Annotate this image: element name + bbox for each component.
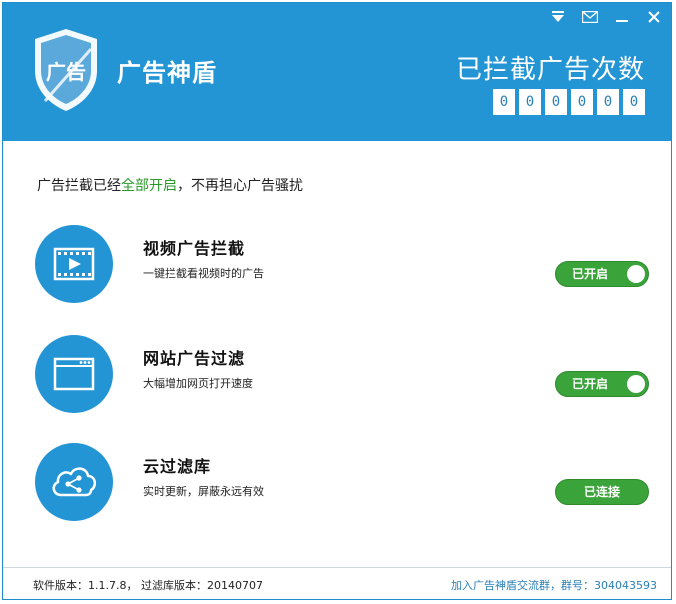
toggle-label: 已开启 <box>571 267 608 281</box>
feature-title: 视频广告拦截 <box>143 239 246 258</box>
logo-text: 广告 <box>46 60 86 84</box>
cloud-share-icon <box>35 443 113 521</box>
close-icon[interactable] <box>645 8 663 26</box>
app-title: 广告神盾 <box>117 59 217 87</box>
minimize-icon[interactable] <box>613 8 631 26</box>
video-icon <box>35 225 113 303</box>
website-ad-filter-toggle[interactable]: 已开启 <box>555 371 649 397</box>
toggle-label: 已开启 <box>571 377 608 391</box>
feature-title: 网站广告过滤 <box>143 349 246 368</box>
footer-divider <box>3 567 671 568</box>
shield-logo-icon: 广告 <box>35 29 97 111</box>
status-highlight: 全部开启 <box>121 178 177 194</box>
counter-digit: 0 <box>597 89 619 115</box>
blocked-count-digits: 0 0 0 0 0 0 <box>493 89 645 115</box>
blocked-count-title: 已拦截广告次数 <box>455 55 645 85</box>
feature-video-ad-block: 视频广告拦截 一键拦截看视频时的广告 已开启 <box>35 225 649 305</box>
menu-icon[interactable] <box>549 8 567 26</box>
join-group-link[interactable]: 加入广告神盾交流群，群号：304043593 <box>451 577 657 593</box>
counter-digit: 0 <box>571 89 593 115</box>
counter-digit: 0 <box>519 89 541 115</box>
video-ad-block-toggle[interactable]: 已开启 <box>555 261 649 287</box>
feature-title: 云过滤库 <box>143 457 212 476</box>
counter-digit: 0 <box>623 89 645 115</box>
counter-digit: 0 <box>493 89 515 115</box>
version-info: 软件版本：1.1.7.8， 过滤库版本：20140707 <box>33 579 263 592</box>
counter-digit: 0 <box>545 89 567 115</box>
browser-window-icon <box>35 335 113 413</box>
status-message: 广告拦截已经全部开启，不再担心广告骚扰 <box>37 175 303 195</box>
toggle-knob <box>627 375 645 393</box>
feature-description: 实时更新，屏蔽永远有效 <box>143 485 264 498</box>
window-controls <box>549 7 663 27</box>
status-suffix: ，不再担心广告骚扰 <box>177 178 303 194</box>
feature-cloud-filter-library: 云过滤库 实时更新，屏蔽永远有效 已连接 <box>35 443 649 523</box>
app-window: 广告 广告神盾 已拦截广告次数 0 0 0 0 0 0 广告拦截已经全部开启，不… <box>2 2 672 600</box>
feature-description: 大幅增加网页打开速度 <box>143 377 253 390</box>
feature-website-ad-filter: 网站广告过滤 大幅增加网页打开速度 已开启 <box>35 335 649 415</box>
toggle-knob <box>627 265 645 283</box>
feature-description: 一键拦截看视频时的广告 <box>143 267 264 280</box>
cloud-connected-button[interactable]: 已连接 <box>555 479 649 505</box>
mail-icon[interactable] <box>581 8 599 26</box>
status-prefix: 广告拦截已经 <box>37 178 121 194</box>
header-banner: 广告 广告神盾 已拦截广告次数 0 0 0 0 0 0 <box>3 3 671 141</box>
